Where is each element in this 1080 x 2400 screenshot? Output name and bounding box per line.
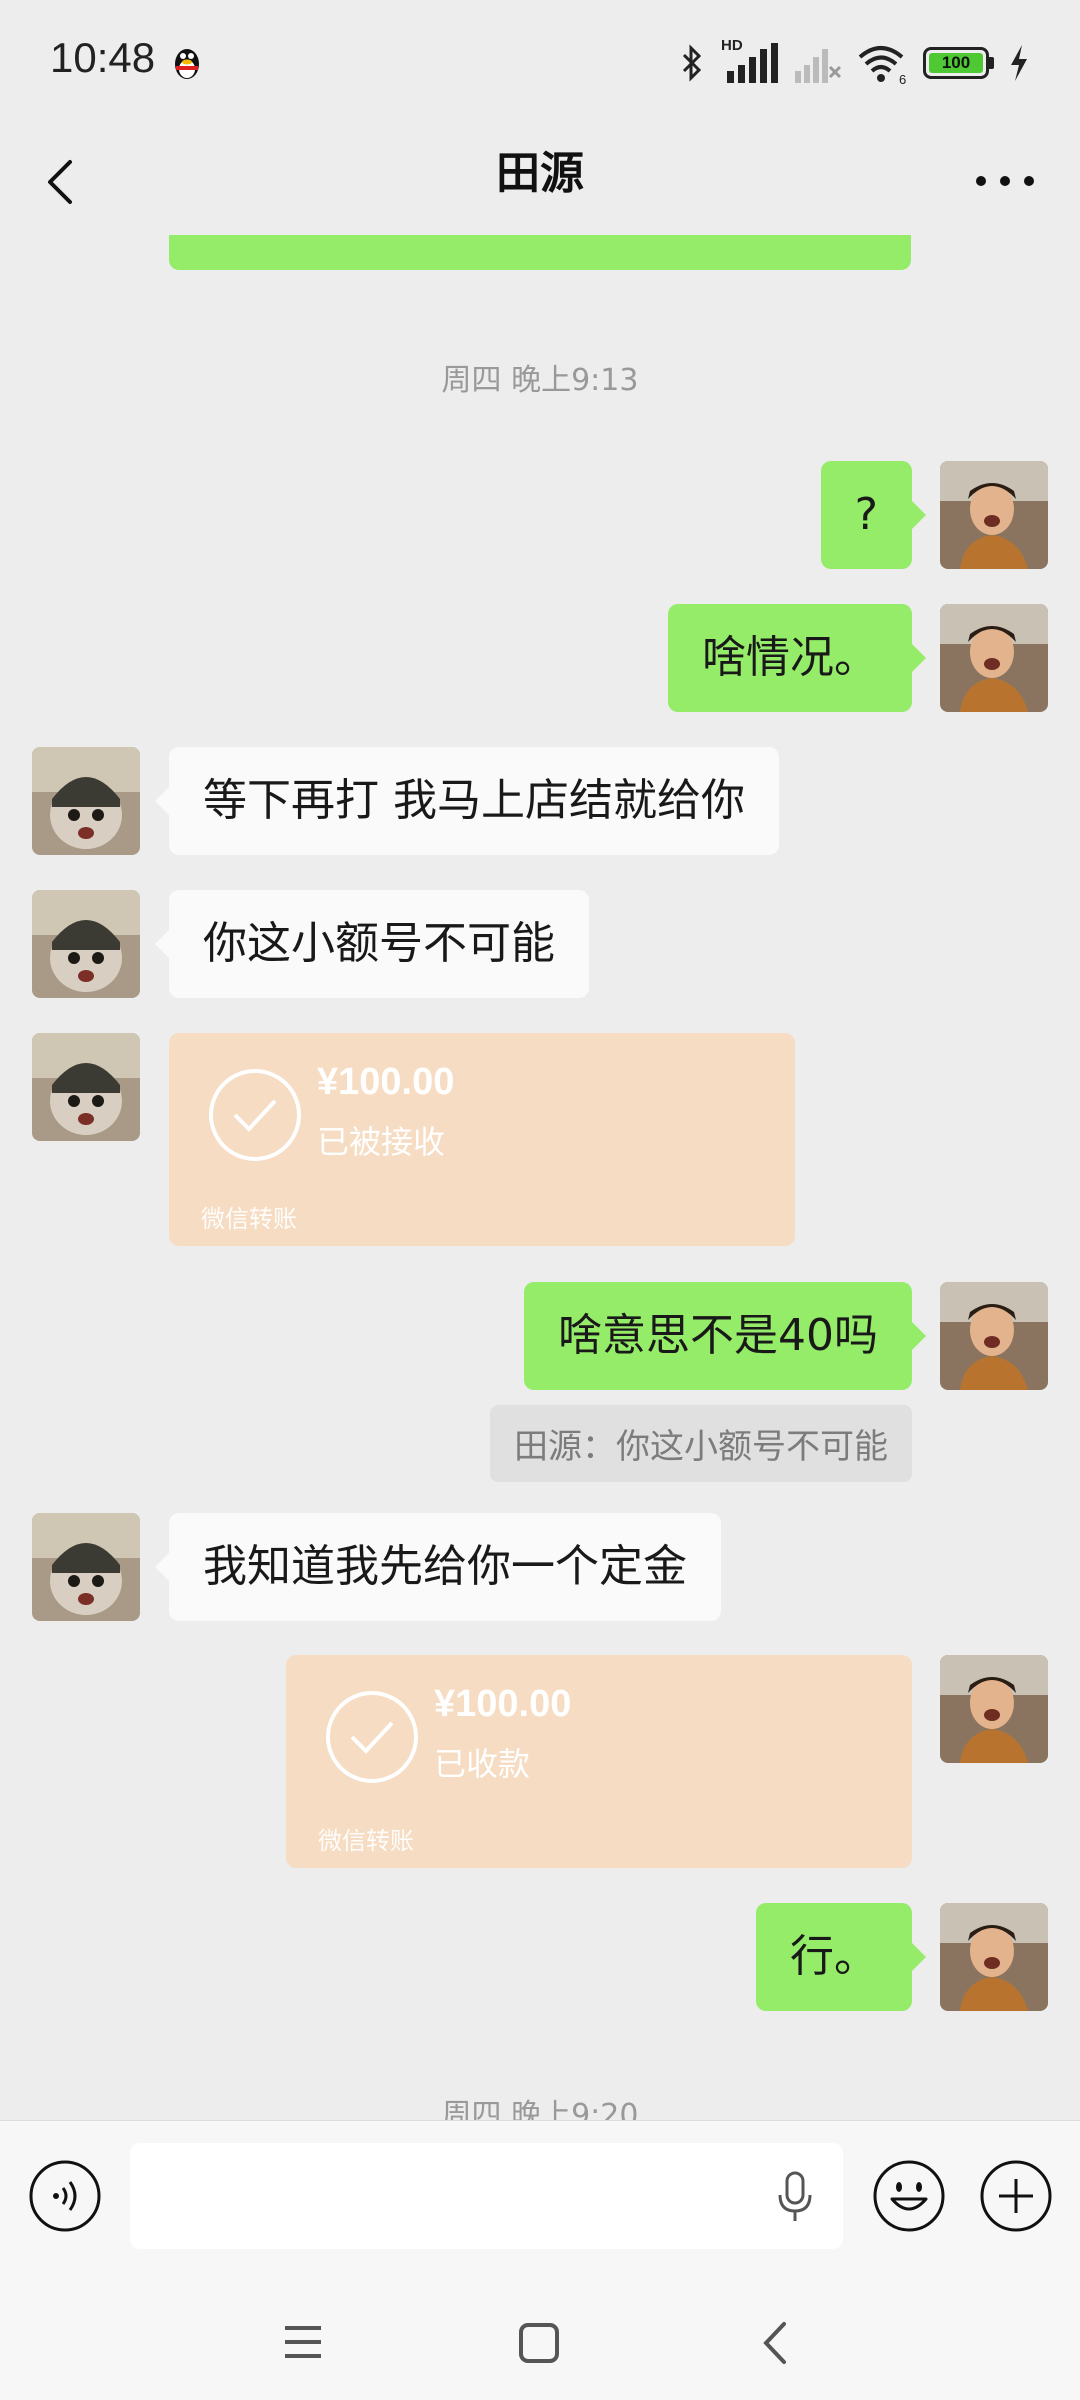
timestamp: 周四 晚上9:20 <box>441 2098 639 2120</box>
message-bubble[interactable]: ? <box>820 461 927 569</box>
transfer-status: 已被接收 <box>317 1123 446 1161</box>
qq-penguin-icon <box>175 49 199 79</box>
message-bubble[interactable]: 等下再打 我马上店结就给你 <box>155 747 779 855</box>
transfer-amount: ¥100.00 <box>434 1683 572 1725</box>
chat-title: 田源 <box>496 148 584 199</box>
status-icons: HD 6 100 <box>677 37 1030 88</box>
my-avatar[interactable] <box>940 1903 1048 2011</box>
nav-back-icon[interactable] <box>758 2320 792 2366</box>
voice-input-icon[interactable] <box>28 2159 102 2233</box>
message-bubble[interactable]: 行。 <box>756 1903 926 2011</box>
contact-avatar[interactable] <box>32 747 140 855</box>
message-row: ? <box>0 461 1080 571</box>
signal-hd-icon: HD <box>721 37 779 85</box>
bluetooth-icon <box>682 44 702 82</box>
message-list[interactable]: 周四 晚上9:13 ? 啥情况。 等下再打 我马上店结就给你 你这小额号不可能 <box>0 235 1080 2120</box>
status-bar: 10:48 HD 6 100 <box>0 0 1080 130</box>
battery-level: 100 <box>929 53 983 73</box>
message-bubble[interactable]: 啥意思不是40吗 <box>524 1282 926 1390</box>
my-avatar[interactable] <box>940 461 1048 569</box>
message-row: 等下再打 我马上店结就给你 <box>0 747 1080 857</box>
contact-avatar[interactable] <box>32 890 140 998</box>
message-bubble-partial[interactable] <box>169 235 911 270</box>
system-nav-bar <box>0 2280 1080 2400</box>
transfer-footer: 微信转账 <box>201 1205 297 1233</box>
more-dots-icon[interactable] <box>970 156 1040 206</box>
message-row: 你这小额号不可能 <box>0 890 1080 1000</box>
transfer-card[interactable]: ¥100.00 已被接收 微信转账 <box>169 1033 795 1246</box>
my-avatar[interactable] <box>940 1655 1048 1763</box>
svg-text:6: 6 <box>899 72 906 85</box>
message-row: 啥意思不是40吗 <box>0 1282 1080 1392</box>
message-row-partial <box>0 235 1080 275</box>
chat-header: 田源 <box>0 130 1080 235</box>
timestamp: 周四 晚上9:13 <box>441 363 639 398</box>
transfer-footer: 微信转账 <box>318 1827 414 1855</box>
nav-menu-icon[interactable] <box>282 2322 324 2362</box>
check-circle-icon <box>209 1069 301 1161</box>
contact-avatar[interactable] <box>32 1513 140 1621</box>
message-bubble[interactable]: 我知道我先给你一个定金 <box>155 1513 721 1621</box>
message-row: 我知道我先给你一个定金 <box>0 1513 1080 1623</box>
my-avatar[interactable] <box>940 604 1048 712</box>
wifi-icon: 6 <box>858 46 906 85</box>
message-row: 行。 <box>0 1903 1080 2013</box>
charging-icon <box>1011 45 1027 81</box>
message-row: 啥情况。 <box>0 604 1080 714</box>
battery-icon: 100 <box>923 47 994 79</box>
signal-no-service-icon <box>795 49 842 83</box>
message-input[interactable] <box>130 2143 843 2249</box>
message-bubble[interactable]: 你这小额号不可能 <box>155 890 589 998</box>
my-avatar[interactable] <box>940 1282 1048 1390</box>
contact-avatar[interactable] <box>32 1033 140 1141</box>
quoted-message[interactable]: 田源：你这小额号不可能 <box>490 1405 912 1482</box>
transfer-status: 已收款 <box>434 1745 531 1783</box>
message-bubble[interactable]: 啥情况。 <box>668 604 926 712</box>
plus-icon[interactable] <box>979 2159 1053 2233</box>
message-row: ¥100.00 已收款 微信转账 <box>0 1655 1080 1870</box>
emoji-icon[interactable] <box>872 2159 946 2233</box>
transfer-amount: ¥100.00 <box>317 1061 455 1103</box>
status-time: 10:48 <box>50 34 156 81</box>
message-row: ¥100.00 已被接收 微信转账 <box>0 1033 1080 1248</box>
transfer-card[interactable]: ¥100.00 已收款 微信转账 <box>286 1655 912 1868</box>
input-bar <box>0 2120 1080 2280</box>
microphone-icon[interactable] <box>770 2169 820 2223</box>
nav-home-icon[interactable] <box>518 2322 560 2364</box>
check-circle-icon <box>326 1691 418 1783</box>
